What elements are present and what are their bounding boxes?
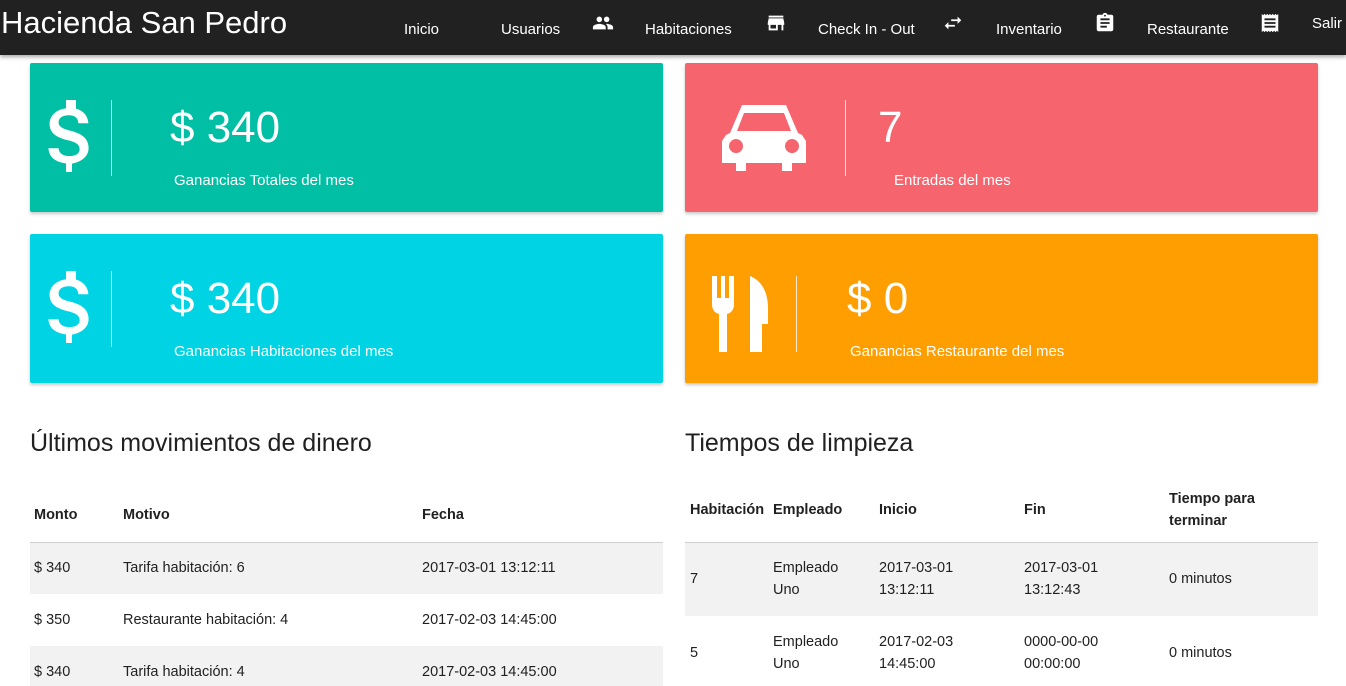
dollar-icon <box>48 271 89 343</box>
cell-start: 2017-03-01 13:12:11 <box>879 560 954 599</box>
cell-date: 2017-02-03 14:45:00 <box>422 664 557 680</box>
restaurant-icon <box>712 276 768 352</box>
nav-restaurante[interactable]: Restaurante <box>1147 21 1229 39</box>
card-label: Entradas del mes <box>894 172 1011 189</box>
card-label: Ganancias Totales del mes <box>174 172 354 189</box>
cell-room: 5 <box>690 645 699 661</box>
card-value: $ 340 <box>170 274 281 323</box>
clipboard-icon[interactable] <box>1094 12 1116 34</box>
cell-reason: Tarifa habitación: 4 <box>123 664 245 680</box>
card-restaurant-earnings: $ 0 Ganancias Restaurante del mes <box>685 234 1318 383</box>
column-header: Tiempo para terminar <box>1169 490 1255 529</box>
swap-arrows-icon[interactable] <box>942 12 964 34</box>
card-value: 7 <box>878 103 903 152</box>
cell-end: 2017-03-01 13:12:43 <box>1024 560 1099 599</box>
dollar-icon <box>48 100 89 172</box>
nav-salir[interactable]: Salir <box>1312 15 1342 33</box>
cell-date: 2017-03-01 13:12:11 <box>422 560 556 577</box>
card-value: $ 0 <box>847 274 909 323</box>
cell-reason: Restaurante habitación: 4 <box>123 612 289 628</box>
card-divider <box>111 100 112 176</box>
card-entries: 7 Entradas del mes <box>685 63 1318 212</box>
cell-duration: 0 minutos <box>1169 571 1232 588</box>
table-row: $ 340 Tarifa habitación: 4 2017-02-03 14… <box>30 646 663 686</box>
cell-amount: $ 340 <box>34 560 71 577</box>
cell-end: 0000-00-00 00:00:00 <box>1024 634 1099 672</box>
cell-room: 7 <box>690 571 699 588</box>
column-header: Habitación <box>690 501 765 518</box>
cell-employee: Empleado Uno <box>773 634 839 672</box>
movements-title: Últimos movimientos de dinero <box>30 429 372 457</box>
store-icon[interactable] <box>765 12 787 34</box>
cell-duration: 0 minutos <box>1169 645 1232 661</box>
table-row: 7 Empleado Uno 2017-03-01 13:12:11 2017-… <box>685 542 1318 616</box>
app-title[interactable]: Hacienda San Pedro <box>1 4 287 42</box>
card-divider <box>845 100 846 176</box>
card-rooms-earnings: $ 340 Ganancias Habitaciones del mes <box>30 234 663 383</box>
movements-table: Monto Motivo Fecha $ 340 Tarifa habitaci… <box>30 488 663 686</box>
cell-employee: Empleado Uno <box>773 560 839 599</box>
table-row: $ 350 Restaurante habitación: 4 2017-02-… <box>30 594 663 646</box>
table-header-row: Monto Motivo Fecha <box>30 488 663 542</box>
column-header: Inicio <box>879 501 917 518</box>
cell-amount: $ 340 <box>34 664 71 680</box>
cell-start: 2017-02-03 14:45:00 <box>879 634 954 672</box>
card-total-earnings: $ 340 Ganancias Totales del mes <box>30 63 663 212</box>
car-icon <box>722 105 806 171</box>
column-header: Empleado <box>773 501 843 518</box>
nav-inventario[interactable]: Inventario <box>996 21 1062 39</box>
card-divider <box>111 271 112 347</box>
nav-inicio[interactable]: Inicio <box>404 21 439 39</box>
card-label: Ganancias Restaurante del mes <box>850 343 1065 360</box>
top-navbar: Hacienda San Pedro Inicio Usuarios Habit… <box>0 0 1346 55</box>
cleaning-title: Tiempos de limpieza <box>685 429 914 457</box>
column-header: Fin <box>1024 501 1046 518</box>
group-icon[interactable] <box>592 12 614 34</box>
nav-check-in-out[interactable]: Check In - Out <box>818 21 915 39</box>
card-label: Ganancias Habitaciones del mes <box>174 343 394 360</box>
receipt-icon[interactable] <box>1259 12 1281 34</box>
cell-amount: $ 350 <box>34 612 71 628</box>
column-header: Motivo <box>123 506 170 523</box>
card-value: $ 340 <box>170 103 281 152</box>
table-header-row: Habitación Empleado Inicio Fin Tiempo pa… <box>685 478 1318 542</box>
cell-reason: Tarifa habitación: 6 <box>123 560 245 577</box>
table-row: $ 340 Tarifa habitación: 6 2017-03-01 13… <box>30 542 663 594</box>
cell-date: 2017-02-03 14:45:00 <box>422 612 557 628</box>
table-row: 5 Empleado Uno 2017-02-03 14:45:00 0000-… <box>685 616 1318 686</box>
column-header: Monto <box>34 506 78 523</box>
column-header: Fecha <box>422 506 464 523</box>
cleaning-table: Habitación Empleado Inicio Fin Tiempo pa… <box>685 478 1318 686</box>
nav-usuarios[interactable]: Usuarios <box>501 21 560 39</box>
card-divider <box>796 276 797 352</box>
nav-habitaciones[interactable]: Habitaciones <box>645 21 732 39</box>
